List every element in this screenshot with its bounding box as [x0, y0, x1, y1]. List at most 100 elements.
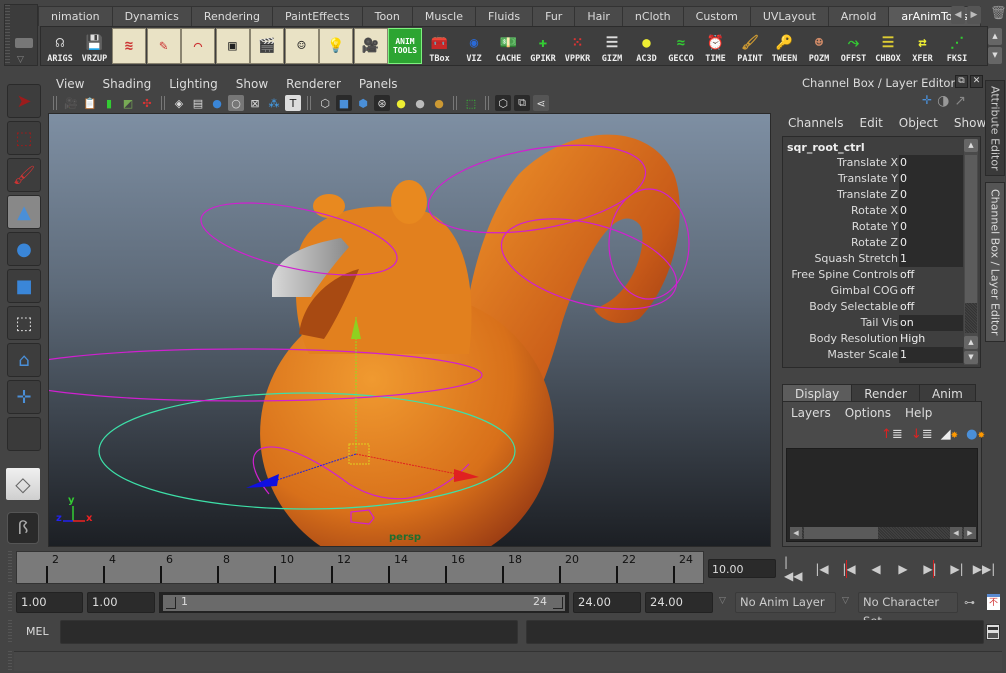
channel-value-field[interactable]: 0 [899, 171, 963, 187]
textured-icon[interactable]: ⊛ [374, 95, 390, 111]
shelf-button-lightbulb[interactable]: 💡 [319, 28, 353, 64]
isolate-select-icon[interactable]: ⬚ [463, 95, 479, 111]
grip-handle[interactable] [8, 620, 12, 644]
channel-box-menu-channels[interactable]: Channels [788, 116, 844, 130]
mel-language-toggle[interactable]: MEL [26, 625, 49, 638]
panel-menu-renderer[interactable]: Renderer [286, 77, 341, 91]
channel-row[interactable]: Gimbal COG off [783, 283, 963, 299]
step-back-frame-button[interactable]: |◀ [811, 560, 833, 578]
camera-attributes-icon[interactable]: 📋 [82, 95, 98, 111]
wireframe-on-shaded-icon[interactable]: ⬢ [355, 95, 371, 111]
use-all-lights-icon[interactable]: ● [393, 95, 409, 111]
channel-label[interactable]: Translate Y [783, 171, 899, 187]
channel-value-field[interactable]: High [899, 331, 963, 347]
scale-tool[interactable]: ■ [7, 269, 41, 303]
layer-menu-options[interactable]: Options [845, 406, 891, 420]
bookmarks-icon[interactable]: ▮ [101, 95, 117, 111]
shelf-tab-arnold[interactable]: Arnold [827, 6, 890, 26]
channel-label[interactable]: Master Scale [783, 347, 899, 363]
shelf-button-clapperboard[interactable]: 🎬 [250, 28, 284, 64]
animation-end-field[interactable]: 24.00 [645, 592, 713, 613]
step-forward-key-button[interactable]: ▶| [919, 560, 941, 578]
time-slider[interactable]: 2 4 6 8 10 12 14 16 18 20 22 24 [16, 551, 704, 584]
tab-attribute-editor[interactable]: Attribute Editor [985, 80, 1005, 176]
shelf-tab-uvlayout[interactable]: UVLayout [749, 6, 829, 26]
shelf-tab-dynamics[interactable]: Dynamics [111, 6, 192, 26]
grid-icon[interactable]: ◈ [171, 95, 187, 111]
shelf-button-gecco[interactable]: ≈ GECCO [664, 28, 698, 64]
channel-value-field[interactable]: 0 [899, 187, 963, 203]
shelf-button-vppkr[interactable]: ⁙ VPPKR [561, 28, 595, 64]
animation-start-field[interactable]: 1.00 [16, 592, 83, 613]
go-to-start-button[interactable]: |◀◀ [784, 555, 806, 583]
grip-handle[interactable] [8, 592, 12, 613]
channel-row[interactable]: Free Spine Controls off [783, 267, 963, 283]
shelf-menu-arrow-icon[interactable]: ▽ [17, 55, 24, 65]
scroll-left-icon[interactable]: ◀ [790, 527, 802, 539]
shelf-tab-toggle[interactable] [15, 38, 33, 48]
layout-single-pane-button[interactable]: ◇ [6, 468, 40, 500]
channel-row[interactable]: Translate X0 [783, 155, 963, 171]
range-slider-bar[interactable] [163, 595, 565, 611]
shelf-tab-nimation[interactable]: nimation [38, 6, 113, 26]
script-editor-icon[interactable] [986, 624, 1000, 640]
high-quality-icon[interactable]: ● [431, 95, 447, 111]
panel-menu-show[interactable]: Show [236, 77, 268, 91]
shelf-tab-toon[interactable]: Toon [361, 6, 413, 26]
last-used-tool[interactable]: ▲ [7, 195, 41, 229]
shelf-menu-handle[interactable]: ▽ [4, 4, 38, 66]
shelf-tab-painteffects[interactable]: PaintEffects [271, 6, 363, 26]
select-tool[interactable]: ➤ [7, 84, 41, 118]
scroll-thumb[interactable] [965, 155, 977, 303]
shelf-scrollbar[interactable]: ▲ ▼ [988, 28, 1002, 64]
scroll-track[interactable] [965, 303, 977, 333]
channel-value-field[interactable]: 0 [899, 219, 963, 235]
shelf-button-offst[interactable]: ⤳ OFFST [837, 28, 871, 64]
channel-value-field[interactable]: 0 [899, 155, 963, 171]
shelf-button-tbox[interactable]: 🧰 TBox [423, 28, 457, 64]
channel-label[interactable]: Free Spine Controls [783, 267, 899, 283]
shelf-button-film-camera[interactable]: 🎥 [353, 28, 388, 64]
grip-handle[interactable] [5, 5, 10, 65]
channel-value-field[interactable]: off [899, 267, 963, 283]
playback-start-field[interactable]: 1.00 [87, 592, 155, 613]
universal-manipulator-tool[interactable]: ⬚ [7, 306, 41, 340]
channel-value-field[interactable]: off [899, 283, 963, 299]
move-layer-up-icon[interactable]: ↑≣ [881, 427, 903, 442]
grip-handle[interactable] [8, 551, 12, 584]
anim-layer-dropdown-icon[interactable]: ▽ [719, 596, 726, 606]
channel-row[interactable]: Rotate X0 [783, 203, 963, 219]
panel-menu-panels[interactable]: Panels [359, 77, 398, 91]
scroll-up-icon[interactable]: ▲ [988, 28, 1002, 45]
show-manipulator-tool[interactable]: ✛ [7, 380, 41, 414]
shelf-button-vrzup[interactable]: 💾 VRZUP [78, 28, 112, 64]
scroll-left-icon[interactable]: ◀ [951, 6, 965, 24]
channel-label[interactable]: Rotate Z [783, 235, 899, 251]
channel-label[interactable]: Rotate Y [783, 219, 899, 235]
field-chart-icon[interactable]: ⊠ [247, 95, 263, 111]
shelf-tab-ncloth[interactable]: nCloth [621, 6, 684, 26]
trash-icon[interactable]: 🗑 [990, 6, 1006, 21]
grip-handle[interactable] [8, 651, 12, 671]
channel-label[interactable]: Body Resolution [783, 331, 899, 347]
range-start-handle[interactable] [166, 597, 176, 609]
step-forward-frame-button[interactable]: ▶| [946, 560, 968, 578]
shelf-button-tween[interactable]: 🔑 TWEEN [768, 28, 802, 64]
scroll-down-icon[interactable]: ▼ [964, 351, 978, 364]
channel-value-field[interactable]: 1 [899, 347, 963, 363]
channel-row[interactable]: Rotate Y0 [783, 219, 963, 235]
channel-value-field[interactable]: on [899, 315, 963, 331]
shelf-button-ac3d[interactable]: ● AC3D [630, 28, 664, 64]
channel-box-menu-show[interactable]: Show [954, 116, 986, 130]
xray-components-icon[interactable]: ⋖ [533, 95, 549, 111]
range-slider[interactable]: 1 24 [159, 592, 569, 613]
channel-row[interactable]: Master Scale 1 [783, 347, 963, 363]
anim-layer-dropdown[interactable]: No Anim Layer [735, 592, 836, 613]
channel-value-field[interactable]: 1 [899, 251, 963, 267]
play-backwards-button[interactable]: ◀ [865, 560, 887, 578]
safe-action-icon[interactable]: ⁂ [266, 95, 282, 111]
shelf-tab-muscle[interactable]: Muscle [411, 6, 476, 26]
range-end-handle[interactable] [553, 597, 563, 609]
command-input[interactable] [60, 620, 518, 644]
channel-row[interactable]: Body Resolution High [783, 331, 963, 347]
